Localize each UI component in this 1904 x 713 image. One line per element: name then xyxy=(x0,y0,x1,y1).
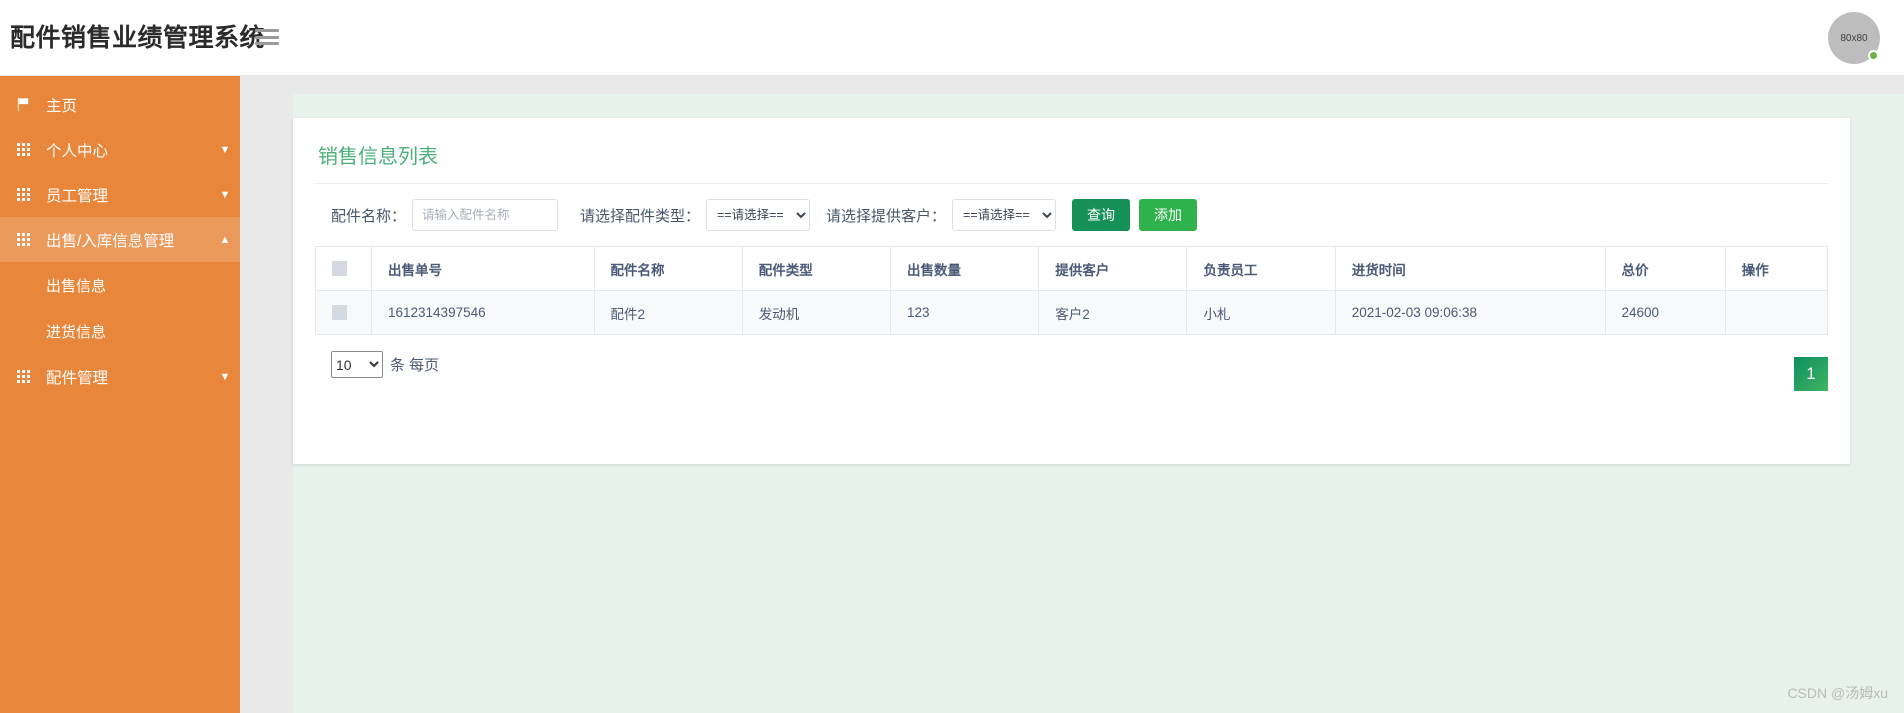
grid-icon xyxy=(0,233,46,246)
sidebar-item-employee-management[interactable]: 员工管理 ▼ xyxy=(0,172,240,217)
cell-customer: 客户2 xyxy=(1038,290,1188,335)
select-all-header xyxy=(315,246,372,291)
sidebar-subitem-label: 进货信息 xyxy=(46,323,107,341)
sidebar-subitem-purchase-info[interactable]: 进货信息 xyxy=(0,308,240,354)
search-filter-bar: 配件名称： 请选择配件类型： ==请选择== 请选择提供客户： ==请选择== … xyxy=(315,184,1828,246)
page-size-select[interactable]: 10 xyxy=(331,351,383,378)
flag-icon xyxy=(0,97,46,112)
top-header: 配件销售业绩管理系统 80x80 xyxy=(0,0,1904,76)
part-name-label: 配件名称： xyxy=(331,207,407,225)
page-title: 配件销售业绩管理系统 xyxy=(10,24,266,52)
column-header-order-no: 出售单号 xyxy=(371,246,595,291)
chevron-down-icon: ▼ xyxy=(219,143,231,156)
app-root: 配件销售业绩管理系统 80x80 主页 个人中心 ▼ 员工管理 ▼ 出售/入库信… xyxy=(0,0,1904,713)
hamburger-line xyxy=(255,42,279,45)
card-title: 销售信息列表 xyxy=(315,118,1828,184)
sidebar: 主页 个人中心 ▼ 员工管理 ▼ 出售/入库信息管理 ▲ 出售信息 进货信息 配… xyxy=(0,76,240,713)
cell-part-type: 发动机 xyxy=(741,290,892,335)
row-select-cell xyxy=(315,290,372,335)
cell-quantity: 123 xyxy=(889,290,1040,335)
sidebar-item-label: 主页 xyxy=(46,97,78,115)
cell-actions[interactable] xyxy=(1724,290,1829,335)
sales-table: 出售单号 配件名称 配件类型 出售数量 提供客户 负责员工 进货时间 总价 操作 xyxy=(315,246,1829,335)
sidebar-subitem-label: 出售信息 xyxy=(46,277,107,295)
column-header-purchase-time: 进货时间 xyxy=(1334,246,1606,291)
add-button[interactable]: 添加 xyxy=(1139,199,1198,231)
content-area: 销售信息列表 配件名称： 请选择配件类型： ==请选择== 请选择提供客户： =… xyxy=(240,76,1904,713)
column-header-quantity: 出售数量 xyxy=(889,246,1040,291)
avatar-wrapper: 80x80 xyxy=(1828,12,1880,64)
sidebar-item-label: 配件管理 xyxy=(46,369,109,387)
part-name-input[interactable] xyxy=(412,199,559,231)
table-header-row: 出售单号 配件名称 配件类型 出售数量 提供客户 负责员工 进货时间 总价 操作 xyxy=(315,246,1829,291)
column-header-employee: 负责员工 xyxy=(1186,246,1336,291)
cell-order-no: 1612314397546 xyxy=(371,290,595,335)
customer-label: 请选择提供客户： xyxy=(826,207,947,225)
table-body: 1612314397546 配件2 发动机 123 客户2 小札 2021-02… xyxy=(315,290,1829,335)
cell-part-name: 配件2 xyxy=(593,290,743,335)
sidebar-item-parts-management[interactable]: 配件管理 ▼ xyxy=(0,354,240,399)
pagination-bar: 10 条 每页 1 xyxy=(315,335,1828,391)
cell-total-price: 24600 xyxy=(1604,290,1726,335)
customer-select[interactable]: ==请选择== xyxy=(952,199,1057,231)
chevron-down-icon: ▼ xyxy=(219,188,231,201)
hamburger-icon[interactable] xyxy=(255,27,279,47)
sidebar-item-label: 个人中心 xyxy=(46,142,109,160)
online-status-dot xyxy=(1868,50,1879,61)
hamburger-line xyxy=(255,35,279,39)
hamburger-line xyxy=(255,29,279,32)
page-number-button[interactable]: 1 xyxy=(1794,357,1828,391)
per-page-label: 条 每页 xyxy=(390,357,440,374)
sidebar-item-personal-center[interactable]: 个人中心 ▼ xyxy=(0,127,240,172)
cell-employee: 小札 xyxy=(1186,290,1336,335)
column-header-part-name: 配件名称 xyxy=(593,246,743,291)
column-header-customer: 提供客户 xyxy=(1038,246,1188,291)
grid-icon xyxy=(0,143,46,156)
grid-icon xyxy=(0,188,46,201)
part-type-select[interactable]: ==请选择== xyxy=(706,199,811,231)
chevron-up-icon: ▲ xyxy=(219,233,231,246)
row-checkbox[interactable] xyxy=(332,305,347,321)
column-header-total-price: 总价 xyxy=(1604,246,1726,291)
watermark: CSDN @汤姆xu xyxy=(1787,685,1888,701)
sales-info-card: 销售信息列表 配件名称： 请选择配件类型： ==请选择== 请选择提供客户： =… xyxy=(293,118,1850,464)
sidebar-item-sales-warehouse-management[interactable]: 出售/入库信息管理 ▲ xyxy=(0,217,240,262)
part-type-label: 请选择配件类型： xyxy=(580,207,701,225)
cell-purchase-time: 2021-02-03 09:06:38 xyxy=(1334,290,1606,335)
grid-icon xyxy=(0,370,46,383)
select-all-checkbox[interactable] xyxy=(332,261,347,277)
sidebar-item-home[interactable]: 主页 xyxy=(0,82,240,127)
chevron-down-icon: ▼ xyxy=(219,370,231,383)
table-row[interactable]: 1612314397546 配件2 发动机 123 客户2 小札 2021-02… xyxy=(315,290,1829,335)
column-header-part-type: 配件类型 xyxy=(741,246,892,291)
sidebar-item-label: 员工管理 xyxy=(46,187,109,205)
query-button[interactable]: 查询 xyxy=(1072,199,1131,231)
column-header-actions: 操作 xyxy=(1724,246,1829,291)
table-head: 出售单号 配件名称 配件类型 出售数量 提供客户 负责员工 进货时间 总价 操作 xyxy=(315,246,1829,291)
sidebar-item-label: 出售/入库信息管理 xyxy=(46,232,175,250)
sidebar-subitem-sales-info[interactable]: 出售信息 xyxy=(0,262,240,308)
